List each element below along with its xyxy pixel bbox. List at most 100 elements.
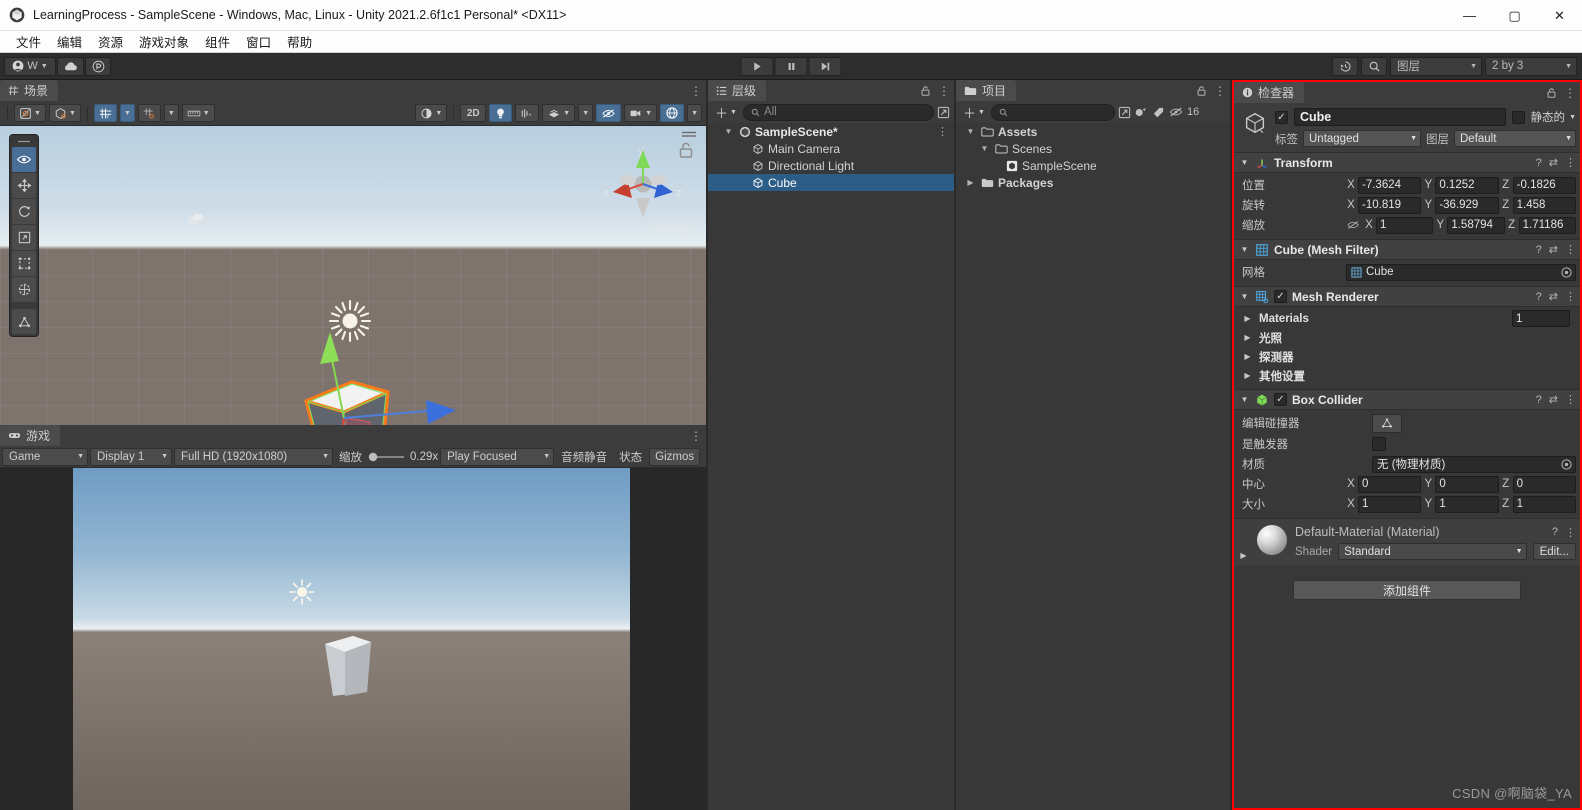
mesh-object-field[interactable]: Cube — [1346, 263, 1576, 281]
help-icon[interactable]: ? — [1536, 244, 1542, 256]
object-name-input[interactable]: Cube — [1294, 108, 1506, 126]
menu-assets[interactable]: 资源 — [90, 30, 131, 53]
center-z-input[interactable]: 0 — [1512, 475, 1576, 493]
tree-item-directional-light[interactable]: Directional Light — [708, 157, 954, 174]
tree-item-cube[interactable]: Cube — [708, 174, 954, 191]
chevron-down-icon[interactable]: ▼ — [978, 144, 991, 153]
chevron-right-icon[interactable]: ▶ — [1238, 551, 1249, 560]
close-button[interactable]: ✕ — [1537, 0, 1582, 31]
layers-dropdown[interactable]: 图层 ▼ — [1390, 56, 1482, 76]
shader-dropdown[interactable]: Standard ▼ — [1338, 543, 1527, 560]
cloud-button[interactable] — [57, 56, 84, 76]
scale-y-input[interactable]: 1.58794 — [1447, 216, 1505, 234]
position-x-input[interactable]: -7.3624 — [1358, 176, 1422, 194]
filter-label-icon[interactable] — [1152, 106, 1165, 119]
kebab-menu-icon[interactable]: ⋮ — [938, 84, 950, 98]
component-header-mesh-renderer[interactable]: ▼ ✓ Mesh Renderer ? ⇄ ⋮ — [1234, 286, 1580, 307]
position-z-input[interactable]: -0.1826 — [1512, 176, 1576, 194]
size-x-input[interactable]: 1 — [1358, 495, 1422, 513]
tree-item-samplescene-asset[interactable]: SampleScene — [956, 157, 1230, 174]
mode-2d-button[interactable]: 2D — [460, 104, 487, 122]
snap-dropdown[interactable]: ▼ — [163, 104, 179, 122]
box-collider-enabled-checkbox[interactable]: ✓ — [1274, 393, 1287, 406]
menu-component[interactable]: 组件 — [197, 30, 238, 53]
object-picker-icon[interactable] — [1561, 266, 1572, 278]
static-checkbox[interactable] — [1511, 110, 1525, 124]
panel-resizer-hierarchy-project[interactable] — [954, 80, 956, 810]
hierarchy-search-input[interactable]: All — [742, 103, 934, 121]
tree-item-scenes[interactable]: ▼ Scenes — [956, 140, 1230, 157]
draw-mode-button[interactable]: ▼ — [14, 104, 46, 122]
scene-camera-button[interactable]: ▼ — [624, 104, 658, 122]
filter-type-icon[interactable] — [1134, 106, 1148, 119]
game-resolution-dropdown[interactable]: Full HD (1920x1080) ▼ — [174, 447, 333, 466]
physic-material-field[interactable]: 无 (物理材质) — [1372, 455, 1576, 473]
kebab-menu-icon[interactable]: ⋮ — [1565, 393, 1576, 406]
project-add-button[interactable]: ＋ ▼ — [960, 104, 988, 121]
game-display-dropdown[interactable]: Display 1 ▼ — [90, 447, 172, 466]
rotate-tool-button[interactable] — [12, 199, 36, 224]
help-icon[interactable]: ? — [1552, 526, 1558, 538]
transform-tool-button[interactable] — [12, 277, 36, 302]
game-gizmos-toggle[interactable]: Gizmos — [649, 447, 701, 466]
chevron-down-icon[interactable]: ▼ — [1239, 292, 1250, 301]
maximize-button[interactable]: ▢ — [1492, 0, 1537, 31]
lock-icon[interactable] — [1196, 85, 1207, 97]
game-scale-slider[interactable]: 缩放 0.29x — [335, 449, 438, 465]
play-button[interactable] — [740, 56, 774, 76]
chevron-down-icon[interactable]: ▼ — [964, 127, 977, 136]
hidden-count-icon[interactable] — [1169, 106, 1183, 118]
tab-hierarchy[interactable]: 层级 — [708, 80, 767, 101]
component-header-transform[interactable]: ▼ Transform ? ⇄ ⋮ — [1234, 152, 1580, 173]
help-icon[interactable]: ? — [1536, 157, 1542, 169]
expand-panel-icon[interactable] — [1118, 106, 1131, 119]
chevron-down-icon[interactable]: ▼ — [1569, 114, 1576, 121]
snap-increment-button[interactable] — [137, 104, 161, 122]
rect-tool-button[interactable] — [12, 251, 36, 276]
chevron-right-icon[interactable]: ▶ — [1242, 333, 1253, 342]
scale-z-input[interactable]: 1.71186 — [1518, 216, 1576, 234]
chevron-right-icon[interactable]: ▶ — [1242, 314, 1253, 323]
account-button[interactable]: W ▼ — [4, 56, 56, 76]
kebab-menu-icon[interactable]: ⋮ — [1565, 526, 1576, 539]
chevron-right-icon[interactable]: ▶ — [964, 178, 977, 187]
scene-fx-button[interactable]: ▼ — [542, 104, 576, 122]
scene-audio-button[interactable]: × — [515, 104, 540, 122]
scene-visibility-button[interactable] — [596, 104, 622, 122]
mesh-renderer-enabled-checkbox[interactable]: ✓ — [1274, 290, 1287, 303]
scene-gizmos-dropdown[interactable]: ▼ — [687, 104, 702, 122]
step-button[interactable] — [808, 56, 842, 76]
menu-window[interactable]: 窗口 — [238, 30, 279, 53]
shader-edit-button[interactable]: Edit... — [1532, 543, 1576, 560]
layer-dropdown[interactable]: Default ▼ — [1454, 130, 1576, 147]
chevron-right-icon[interactable]: ▶ — [1242, 371, 1253, 380]
chevron-right-icon[interactable]: ▶ — [1242, 352, 1253, 361]
game-target-dropdown[interactable]: Game ▼ — [2, 447, 88, 466]
component-header-box-collider[interactable]: ▼ ✓ Box Collider ? ⇄ ⋮ — [1234, 389, 1580, 410]
probes-foldout[interactable]: ▶ 探测器 — [1234, 347, 1576, 366]
kebab-menu-icon[interactable]: ⋮ — [1564, 86, 1576, 100]
rotation-x-input[interactable]: -10.819 — [1358, 196, 1422, 214]
center-x-input[interactable]: 0 — [1358, 475, 1422, 493]
view-tool-button[interactable] — [12, 147, 36, 172]
palette-drag-handle[interactable] — [12, 137, 36, 146]
pause-button[interactable] — [774, 56, 808, 76]
preset-icon[interactable]: ⇄ — [1549, 243, 1558, 256]
grid-dropdown[interactable]: ▼ — [119, 104, 135, 122]
object-picker-icon[interactable] — [1561, 458, 1572, 470]
collab-button[interactable] — [85, 56, 111, 76]
chevron-down-icon[interactable]: ▼ — [1239, 245, 1250, 254]
layout-dropdown[interactable]: 2 by 3 ▼ — [1485, 56, 1577, 76]
lock-icon[interactable] — [920, 85, 931, 97]
chevron-down-icon[interactable]: ▼ — [722, 127, 735, 136]
project-search-input[interactable] — [990, 103, 1115, 121]
persp-label[interactable]: ＜Persp — [649, 219, 692, 236]
tree-item-packages[interactable]: ▶ Packages — [956, 174, 1230, 191]
preset-icon[interactable]: ⇄ — [1549, 393, 1558, 406]
history-button[interactable] — [1332, 56, 1358, 76]
kebab-menu-icon[interactable]: ⋮ — [690, 429, 702, 443]
scene-viewport[interactable]: y x z ＜Persp — [0, 126, 706, 425]
hierarchy-add-button[interactable]: ＋ ▼ — [712, 104, 740, 121]
move-tool-button[interactable] — [12, 173, 36, 198]
scene-lighting-button[interactable] — [489, 104, 513, 122]
